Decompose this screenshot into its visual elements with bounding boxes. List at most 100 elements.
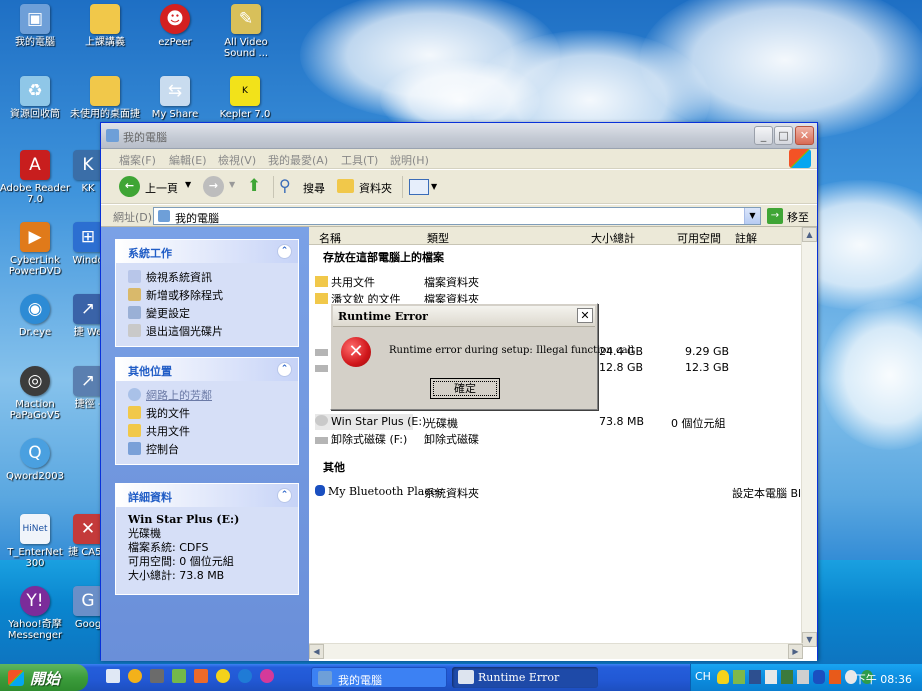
search-button-label[interactable]: 搜尋 <box>303 180 325 196</box>
back-dropdown-icon[interactable]: ▼ <box>185 180 191 189</box>
scroll-up-icon[interactable]: ▲ <box>802 227 817 242</box>
views-dropdown-icon[interactable]: ▼ <box>431 182 437 191</box>
bluetooth-icon[interactable] <box>813 670 825 684</box>
desktop-icon-powerdvd[interactable]: ▶ CyberLink PowerDVD <box>0 222 72 277</box>
task-add-remove-programs[interactable]: 新增或移除程式 <box>116 284 298 302</box>
desktop-icon-lecture-notes[interactable]: 上課講義 <box>68 4 142 48</box>
details-header[interactable]: 詳細資料 ⌃ <box>116 484 298 507</box>
scroll-right-icon[interactable]: ▶ <box>788 644 803 659</box>
task-view-system-info[interactable]: 檢視系統資訊 <box>116 266 298 284</box>
vertical-scrollbar[interactable]: ▲ ▼ <box>801 227 817 647</box>
task-runtime-error[interactable]: Runtime Error <box>452 667 598 688</box>
clock[interactable]: 下午 08:36 <box>855 671 912 687</box>
tray-app-icon[interactable] <box>781 670 793 684</box>
forward-arrow-icon[interactable]: → <box>203 176 224 197</box>
list-item-selected[interactable]: Win Star Plus (E:) <box>315 414 426 430</box>
column-total-size[interactable]: 大小總計 <box>591 230 635 246</box>
messenger-icon[interactable] <box>216 669 230 683</box>
up-folder-icon[interactable]: ⬆ <box>247 176 267 197</box>
start-button[interactable]: 開始 <box>0 664 88 691</box>
quick-launch-app-icon[interactable] <box>260 669 274 683</box>
place-my-documents[interactable]: 我的文件 <box>116 402 298 420</box>
scroll-left-icon[interactable]: ◀ <box>309 644 324 659</box>
tray-app-icon[interactable] <box>765 670 777 684</box>
task-change-settings[interactable]: 變更設定 <box>116 302 298 320</box>
quick-launch-app-icon[interactable] <box>172 669 186 683</box>
desktop-icon-dreye[interactable]: ◉ Dr.eye <box>0 294 72 338</box>
folders-button-label[interactable]: 資料夾 <box>359 180 392 196</box>
desktop-icon-qword[interactable]: Q Qword2003 <box>0 438 72 482</box>
collapse-icon[interactable]: ⌃ <box>277 244 292 259</box>
horizontal-scrollbar[interactable]: ◀ ▶ <box>309 643 803 659</box>
desktop-icon-kepler[interactable]: K Kepler 7.0 <box>208 76 282 120</box>
desktop-icon-papago[interactable]: ◎ Maction PaPaGoV5 <box>0 366 72 421</box>
menu-file[interactable]: 檔案(F) <box>119 152 156 168</box>
desktop-icon-hinet[interactable]: HiNet T_EnterNet 300 <box>0 514 72 569</box>
dialog-close-button[interactable]: ✕ <box>577 308 593 323</box>
folders-icon[interactable] <box>337 179 354 193</box>
ok-button[interactable]: 確定 <box>430 378 500 399</box>
cd-drive-icon <box>315 415 328 426</box>
folder-icon <box>90 4 120 34</box>
network-status-icon[interactable] <box>733 670 745 684</box>
column-comment[interactable]: 註解 <box>735 230 757 246</box>
collapse-icon[interactable]: ⌃ <box>277 488 292 503</box>
desktop-icon-all-video-sound[interactable]: ✎ All Video Sound ... <box>208 4 284 59</box>
go-button-label[interactable]: 移至 <box>787 209 809 225</box>
desktop-icon-adobe-reader[interactable]: A Adobe Reader 7.0 <box>0 150 72 205</box>
task-my-computer[interactable]: 我的電腦 <box>311 667 447 688</box>
list-item[interactable]: My Bluetooth Places 系統資料夾 設定本電腦 Blueto <box>315 484 817 500</box>
views-icon[interactable] <box>409 179 429 195</box>
back-button-label[interactable]: 上一頁 <box>145 180 178 196</box>
security-shield-icon[interactable] <box>717 670 729 684</box>
column-type[interactable]: 類型 <box>427 230 449 246</box>
search-icon[interactable]: ⚲ <box>279 176 291 195</box>
safely-remove-hardware-icon[interactable] <box>797 670 809 684</box>
other-places-header[interactable]: 其他位置 ⌃ <box>116 358 298 381</box>
dialog-title-bar[interactable]: Runtime Error ✕ <box>333 306 595 327</box>
go-arrow-icon[interactable]: → <box>767 208 783 224</box>
forward-dropdown-icon[interactable]: ▼ <box>229 180 235 189</box>
show-desktop-icon[interactable] <box>106 669 120 683</box>
shortcut-icon: ✕ <box>73 514 103 544</box>
minimize-button[interactable]: _ <box>754 126 773 145</box>
collapse-icon[interactable]: ⌃ <box>277 362 292 377</box>
back-arrow-icon[interactable]: ← <box>119 176 140 197</box>
dialog-title: Runtime Error <box>338 310 428 323</box>
language-indicator[interactable]: CH <box>695 670 711 683</box>
menu-help[interactable]: 說明(H) <box>390 152 429 168</box>
column-free-space[interactable]: 可用空間 <box>677 230 721 246</box>
quick-launch-app-icon[interactable] <box>194 669 208 683</box>
maximize-button[interactable]: □ <box>774 126 793 145</box>
menu-tools[interactable]: 工具(T) <box>341 152 378 168</box>
quick-launch-app-icon[interactable] <box>150 669 164 683</box>
desktop-icon-unused-shortcuts[interactable]: 未使用的桌面捷 <box>68 76 142 120</box>
tray-app-icon[interactable] <box>829 670 841 684</box>
task-eject-disc[interactable]: 退出這個光碟片 <box>116 320 298 338</box>
list-item[interactable]: 卸除式磁碟 (F:) 卸除式磁碟 <box>315 430 815 446</box>
address-input[interactable]: 我的電腦 ▼ <box>153 207 761 225</box>
scroll-down-icon[interactable]: ▼ <box>802 632 817 647</box>
title-bar[interactable]: 我的電腦 _ □ ✕ <box>101 123 817 149</box>
desktop-icon-my-share[interactable]: ⇆ My Share <box>138 76 212 120</box>
internet-explorer-icon[interactable] <box>238 669 252 683</box>
desktop-icon-yahoo-messenger[interactable]: Y! Yahoo!奇摩 Messenger <box>0 586 72 641</box>
place-control-panel[interactable]: 控制台 <box>116 438 298 456</box>
desktop-icon-my-computer[interactable]: ▣ 我的電腦 <box>0 4 72 48</box>
system-info-icon <box>128 270 141 283</box>
desktop-icon-ezpeer[interactable]: ☻ ezPeer <box>138 4 212 48</box>
menu-edit[interactable]: 編輯(E) <box>169 152 207 168</box>
place-shared-documents[interactable]: 共用文件 <box>116 420 298 438</box>
close-button[interactable]: ✕ <box>795 126 814 145</box>
list-item[interactable]: 共用文件 檔案資料夾 <box>315 273 815 289</box>
system-tasks-header[interactable]: 系統工作 ⌃ <box>116 240 298 263</box>
tray-app-icon[interactable] <box>749 670 761 684</box>
address-dropdown-icon[interactable]: ▼ <box>744 208 760 224</box>
address-label: 網址(D) <box>113 211 153 224</box>
place-network[interactable]: 網路上的芳鄰 <box>116 384 298 402</box>
media-player-icon[interactable] <box>128 669 142 683</box>
menu-favorites[interactable]: 我的最愛(A) <box>268 152 328 168</box>
desktop-icon-recycle-bin[interactable]: ♻ 資源回收筒 <box>0 76 72 120</box>
menu-view[interactable]: 檢視(V) <box>218 152 256 168</box>
column-name[interactable]: 名稱 <box>319 230 341 246</box>
